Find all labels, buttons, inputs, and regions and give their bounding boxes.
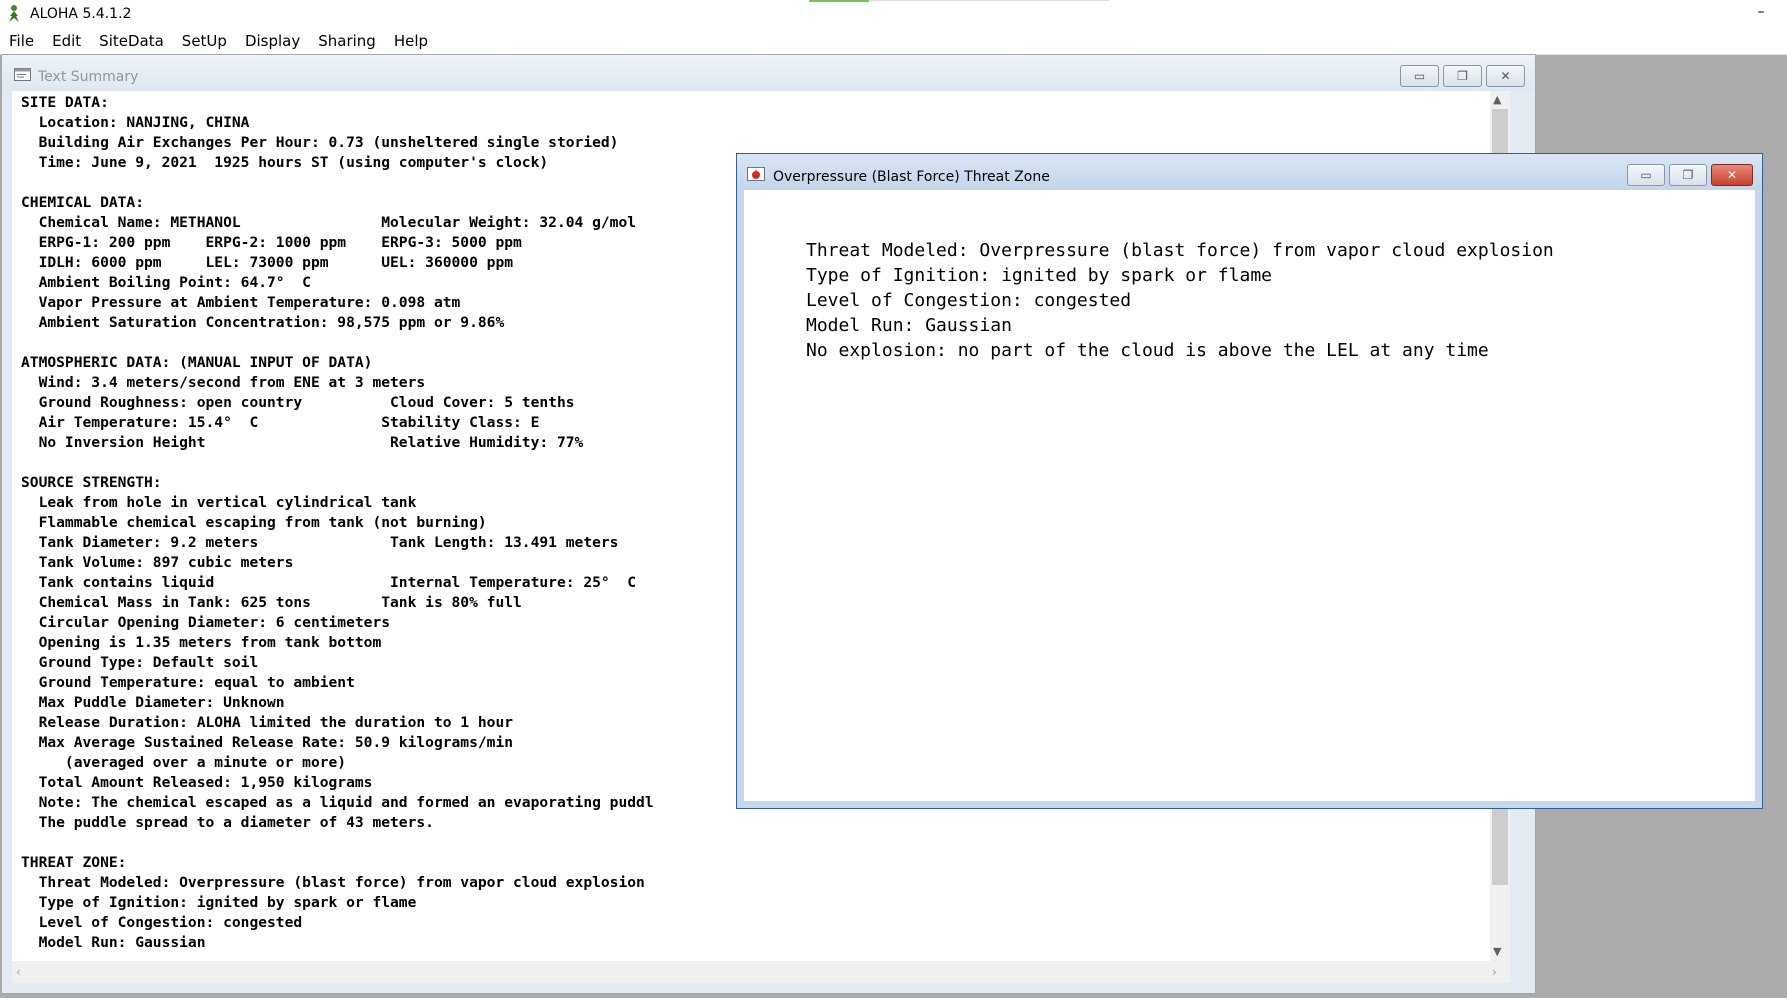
titlebar-accent-line (869, 0, 1109, 1)
text-summary-body: SITE DATA: Location: NANJING, CHINA Buil… (21, 93, 654, 953)
text-summary-line: Leak from hole in vertical cylindrical t… (21, 494, 417, 511)
text-summary-line: Flammable chemical escaping from tank (n… (21, 514, 487, 531)
scroll-down-arrow-icon[interactable]: ▼ (1493, 945, 1501, 958)
text-summary-line: SOURCE STRENGTH: (21, 474, 162, 491)
text-summary-line: Ground Type: Default soil (21, 654, 259, 671)
text-summary-line: Max Average Sustained Release Rate: 50.9… (21, 734, 514, 751)
scroll-left-arrow-icon[interactable]: ‹ (16, 965, 21, 979)
menu-display[interactable]: Display (236, 28, 309, 54)
text-summary-line: Air Temperature: 15.4° C Stability Class… (21, 414, 540, 431)
threat-zone-title: Overpressure (Blast Force) Threat Zone (773, 169, 1050, 185)
scroll-up-arrow-icon[interactable]: ▲ (1493, 93, 1501, 106)
threat-zone-line: Level of Congestion: congested (806, 290, 1132, 311)
threat-zone-minimize-button[interactable]: ▭ (1627, 164, 1665, 186)
text-summary-title: Text Summary (38, 69, 139, 85)
titlebar-accent (809, 0, 869, 2)
menu-file[interactable]: File (0, 28, 43, 54)
horizontal-scrollbar[interactable]: ‹ › (12, 961, 1510, 983)
text-summary-line: Building Air Exchanges Per Hour: 0.73 (u… (21, 134, 619, 151)
text-summary-line: Chemical Mass in Tank: 625 tons Tank is … (21, 594, 522, 611)
threat-zone-line: Type of Ignition: ignited by spark or fl… (806, 265, 1272, 286)
text-summary-line: Location: NANJING, CHINA (21, 114, 250, 131)
text-summary-line: Tank Volume: 897 cubic meters (21, 554, 294, 571)
threat-zone-close-button[interactable]: ✕ (1711, 164, 1753, 186)
text-summary-line: ERPG-1: 200 ppm ERPG-2: 1000 ppm ERPG-3:… (21, 234, 522, 251)
text-summary-line: Ground Roughness: open country Cloud Cov… (21, 394, 575, 411)
text-summary-line: Type of Ignition: ignited by spark or fl… (21, 894, 417, 911)
text-summary-line: THREAT ZONE: (21, 854, 127, 871)
text-summary-restore-button[interactable]: ❐ (1443, 65, 1482, 87)
text-summary-line: Release Duration: ALOHA limited the dura… (21, 714, 514, 731)
aloha-logo-icon (9, 5, 19, 22)
menu-help[interactable]: Help (385, 28, 437, 54)
text-summary-line: Model Run: Gaussian (21, 934, 206, 951)
text-summary-line: Note: The chemical escaped as a liquid a… (21, 794, 654, 811)
threat-zone-content: Threat Modeled: Overpressure (blast forc… (744, 190, 1755, 801)
text-summary-line: Tank contains liquid Internal Temperatur… (21, 574, 637, 591)
text-summary-line: Level of Congestion: congested (21, 914, 303, 931)
threat-zone-restore-button[interactable]: ❐ (1669, 164, 1707, 186)
threat-zone-line: Model Run: Gaussian (806, 315, 1012, 336)
app-minimize-button[interactable]: – (1749, 2, 1773, 22)
threat-zone-icon (747, 167, 765, 181)
text-summary-line: Wind: 3.4 meters/second from ENE at 3 me… (21, 374, 426, 391)
text-summary-line: Tank Diameter: 9.2 meters Tank Length: 1… (21, 534, 619, 551)
text-summary-titlebar[interactable]: Text Summary ▭ ❐ ✕ (2, 55, 1535, 91)
text-summary-line: Threat Modeled: Overpressure (blast forc… (21, 874, 645, 891)
text-summary-line: Opening is 1.35 meters from tank bottom (21, 634, 382, 651)
text-summary-line: No Inversion Height Relative Humidity: 7… (21, 434, 584, 451)
threat-zone-body: Threat Modeled: Overpressure (blast forc… (806, 238, 1554, 363)
text-summary-line: CHEMICAL DATA: (21, 194, 145, 211)
text-summary-line: Max Puddle Diameter: Unknown (21, 694, 285, 711)
text-summary-line: Time: June 9, 2021 1925 hours ST (using … (21, 154, 549, 171)
menu-sharing[interactable]: Sharing (309, 28, 385, 54)
threat-zone-titlebar[interactable]: Overpressure (Blast Force) Threat Zone ▭… (737, 154, 1762, 190)
threat-zone-line: No explosion: no part of the cloud is ab… (806, 340, 1489, 361)
text-summary-line: IDLH: 6000 ppm LEL: 73000 ppm UEL: 36000… (21, 254, 514, 271)
text-summary-minimize-button[interactable]: ▭ (1400, 65, 1439, 87)
text-summary-line: Ambient Saturation Concentration: 98,575… (21, 314, 505, 331)
menu-setup[interactable]: SetUp (173, 28, 236, 54)
text-summary-line: ATMOSPHERIC DATA: (MANUAL INPUT OF DATA) (21, 354, 373, 371)
text-summary-line: Vapor Pressure at Ambient Temperature: 0… (21, 294, 461, 311)
menu-edit[interactable]: Edit (43, 28, 90, 54)
text-summary-line: (averaged over a minute or more) (21, 754, 347, 771)
menubar: File Edit SiteData SetUp Display Sharing… (0, 28, 1787, 55)
app-title: ALOHA 5.4.1.2 (30, 6, 132, 22)
threat-zone-line: Threat Modeled: Overpressure (blast forc… (806, 240, 1554, 261)
threat-zone-window: Overpressure (Blast Force) Threat Zone ▭… (736, 153, 1763, 809)
menu-sitedata[interactable]: SiteData (90, 28, 173, 54)
document-icon (14, 68, 31, 81)
text-summary-line: Chemical Name: METHANOL Molecular Weight… (21, 214, 637, 231)
text-summary-line: Circular Opening Diameter: 6 centimeters (21, 614, 391, 631)
text-summary-line: The puddle spread to a diameter of 43 me… (21, 814, 434, 831)
app-titlebar: ALOHA 5.4.1.2 – (0, 0, 1787, 28)
text-summary-line: Ambient Boiling Point: 64.7° C (21, 274, 311, 291)
text-summary-line: Total Amount Released: 1,950 kilograms (21, 774, 373, 791)
text-summary-line: SITE DATA: (21, 94, 109, 111)
text-summary-close-button[interactable]: ✕ (1486, 65, 1525, 87)
scroll-right-arrow-icon[interactable]: › (1492, 965, 1497, 979)
text-summary-line: Ground Temperature: equal to ambient (21, 674, 355, 691)
